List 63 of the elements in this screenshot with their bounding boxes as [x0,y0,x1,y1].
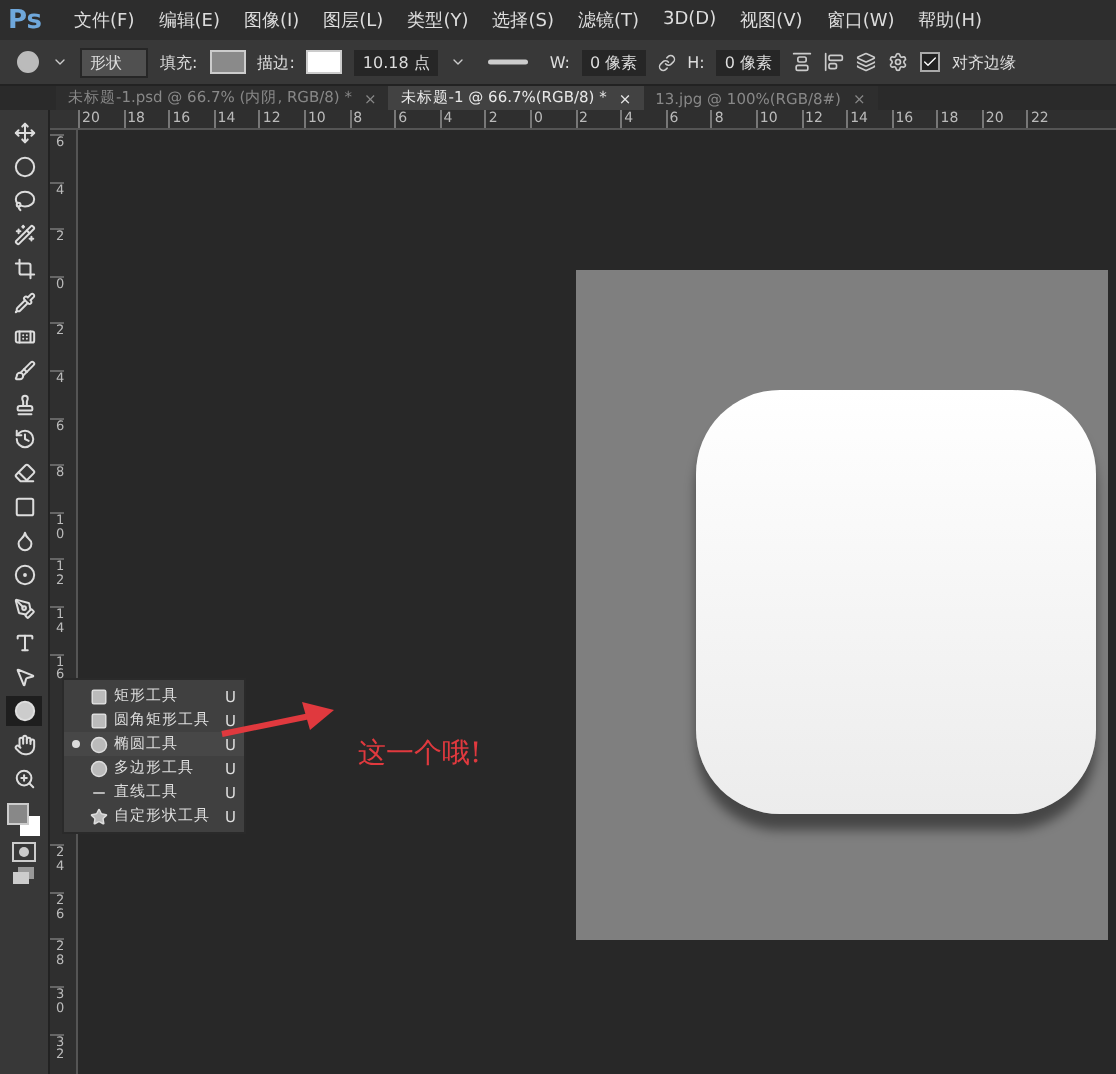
ellipse-icon [90,735,108,753]
rounded-rectangle-icon [90,711,108,729]
screen-mode-icon[interactable] [12,866,36,886]
link-icon[interactable] [657,53,676,71]
settings-icon[interactable] [888,52,908,72]
wand-icon [13,224,35,246]
stroke-label: 描边: [257,51,295,73]
ellipse-tool[interactable] [6,696,42,726]
type-icon [13,632,35,654]
stroke-swatch[interactable] [306,50,343,74]
menu-item[interactable]: 编辑(E) [146,7,232,33]
height-label: H: [687,53,705,71]
height-field[interactable]: 0 像素 [716,49,780,75]
menu-item[interactable]: 图层(L) [311,7,396,33]
pen-icon [13,598,35,620]
width-label: W: [549,53,570,71]
selection-bullet [72,740,80,748]
caret-icon [52,54,68,70]
annotation-text: 这一个哦! [358,736,482,772]
lasso-icon [13,190,35,212]
menu-item[interactable]: 视图(V) [728,7,815,33]
stamp-icon [13,394,35,416]
menu-item[interactable]: 帮助(H) [906,7,995,33]
bandage-icon [13,326,35,348]
mode-dropdown[interactable]: 形状 [80,47,148,77]
width-field[interactable]: 0 像素 [582,49,646,75]
caret-icon[interactable] [449,54,466,70]
hand-icon [13,734,35,756]
menu-item[interactable]: 图像(I) [231,7,312,33]
app-logo: Ps [8,5,43,35]
menu-item[interactable]: 3D(D) [651,10,729,30]
eraser-icon [13,462,35,484]
ellipse-icon [13,700,35,722]
crop-icon [13,258,35,280]
fill-swatch[interactable] [209,50,246,74]
custom-shape-icon [90,807,108,825]
color-swatches-icon[interactable] [6,798,42,838]
zoom-icon [13,768,35,790]
arrange-icon[interactable] [856,52,876,72]
ellipse-icon[interactable] [16,50,40,74]
brush-icon [13,360,35,382]
menu-item[interactable]: 选择(S) [480,7,566,33]
move-icon [13,122,35,144]
menu-item[interactable]: 窗口(W) [814,7,907,33]
ellipse-marquee-icon [13,156,35,178]
path-operations-icon[interactable] [792,52,812,72]
align-edges-checkbox[interactable] [920,52,940,72]
fill-label: 填充: [160,51,198,73]
quick-mask-icon[interactable] [12,842,36,862]
rectangle-icon [90,687,108,705]
menu-item[interactable]: 文件(F) [62,7,147,33]
droplet-icon [13,530,35,552]
menu-item[interactable]: 滤镜(T) [565,7,652,33]
eyedropper-icon [13,292,35,314]
gradient-icon [13,496,35,518]
sponge-icon [13,564,35,586]
alignment-icon[interactable] [824,52,844,72]
stroke-width-field[interactable]: 10.18 点 [354,49,438,75]
pointer-icon [13,666,35,688]
align-edges-label: 对齐边缘 [952,51,1016,73]
polygon-icon [90,759,108,777]
history-brush-icon [13,428,35,450]
menu-item[interactable]: 类型(Y) [395,7,481,33]
